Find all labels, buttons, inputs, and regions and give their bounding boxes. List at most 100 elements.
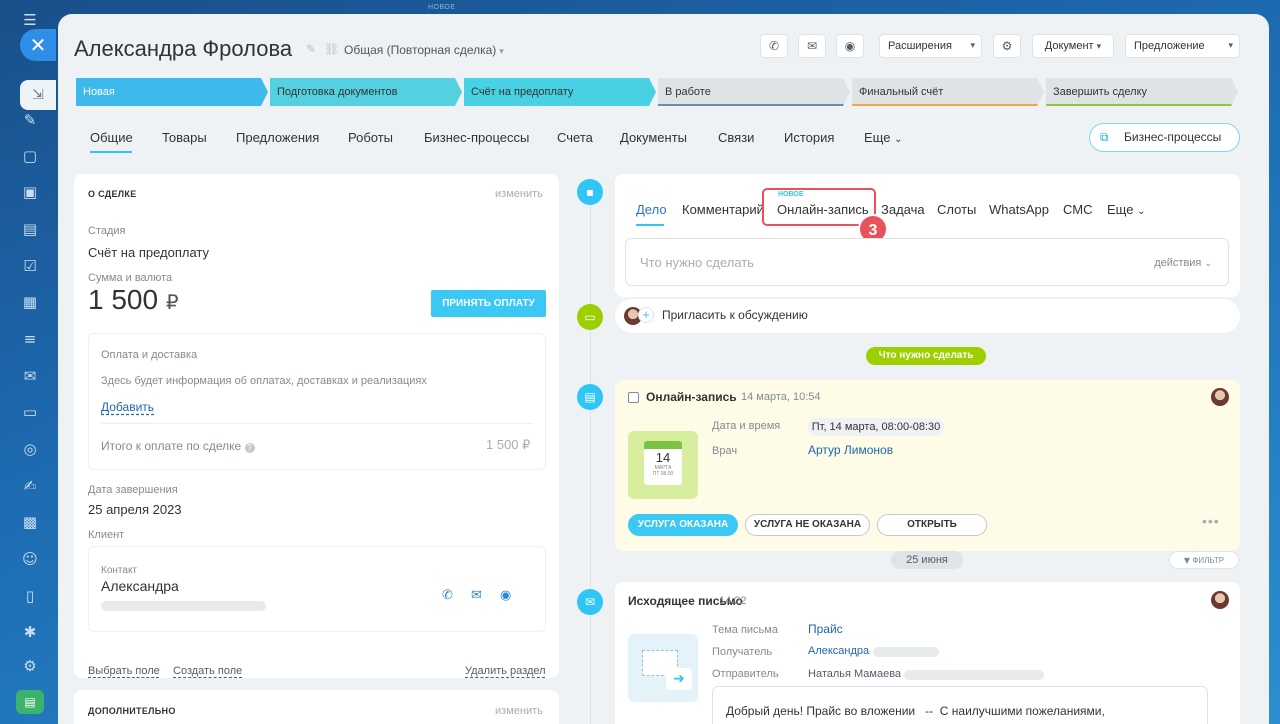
activity-tab-whatsapp[interactable]: WhatsApp — [989, 202, 1049, 217]
pencil-icon[interactable]: ✎ — [306, 42, 316, 56]
stage-label: В работе — [665, 86, 711, 98]
contacts-icon[interactable]: ☺ — [20, 549, 40, 569]
bug-icon[interactable]: ✱ — [20, 622, 40, 642]
todo-placeholder: Что нужно сделать — [640, 255, 754, 270]
mail-button[interactable]: ✉ — [798, 34, 826, 58]
call-button[interactable]: ✆ — [760, 34, 788, 58]
mail-illustration-icon: ➜ — [628, 634, 698, 702]
tab-proposals[interactable]: Предложения — [236, 130, 319, 145]
app-icon[interactable]: ▤ — [16, 690, 44, 714]
stage-label: Финальный счёт — [859, 86, 944, 98]
doctor-value[interactable]: Артур Лимонов — [808, 443, 893, 457]
top-new-tag: НОВОЕ — [428, 4, 456, 11]
calendar-icon[interactable]: ▣ — [20, 182, 40, 202]
create-field-link[interactable]: Создать поле — [173, 665, 242, 677]
responsible-avatar[interactable] — [1211, 388, 1229, 406]
subject-label: Тема письма — [712, 624, 778, 636]
stage-final-invoice[interactable]: Финальный счёт — [852, 78, 1044, 106]
activity-tab-task[interactable]: Дело — [636, 202, 667, 217]
total-value: 1 500 ₽ — [486, 437, 531, 452]
tab-links[interactable]: Связи — [718, 130, 754, 145]
todo-input[interactable]: Что нужно сделать действия ⌄ — [625, 238, 1229, 286]
open-button[interactable]: ОТКРЫТЬ — [877, 514, 987, 536]
plus-icon[interactable]: + — [638, 307, 654, 323]
messenger-button[interactable]: ◉ — [836, 34, 864, 58]
subject-value[interactable]: Прайс — [808, 622, 843, 636]
chevron-down-icon: ⌄ — [1204, 259, 1212, 269]
responsible-avatar[interactable] — [1211, 591, 1229, 609]
document-icon[interactable]: ▤ — [20, 219, 40, 239]
stage-prepayment[interactable]: Счёт на предоплату — [464, 78, 656, 106]
tab-history[interactable]: История — [784, 130, 834, 145]
envelope-icon: ✉ — [577, 589, 603, 615]
menu-icon[interactable]: ☰ — [20, 10, 40, 30]
activity-tab-comment[interactable]: Комментарий — [682, 202, 764, 217]
phone-icon[interactable]: ✆ — [442, 588, 453, 603]
actions-dropdown[interactable]: действия ⌄ — [1154, 257, 1212, 269]
chat-icon[interactable]: ▢ — [20, 146, 40, 166]
stage-new[interactable]: Новая — [76, 78, 268, 106]
activity-more-label: Еще — [1107, 202, 1134, 217]
envelope-icon[interactable]: ✉ — [471, 588, 482, 603]
stage-close-deal[interactable]: Завершить сделку — [1046, 78, 1238, 106]
close-icon[interactable]: ✕ — [20, 29, 56, 61]
link-icon[interactable]: ⛓ — [324, 42, 339, 56]
filter-icon[interactable]: ≡ — [20, 329, 40, 349]
settings-button[interactable]: ⚙ — [993, 34, 1021, 58]
contact-name[interactable]: Александра — [101, 578, 179, 594]
workflow-icon: ⧉ — [1100, 130, 1109, 144]
stage-docs[interactable]: Подготовка документов — [270, 78, 462, 106]
select-field-link[interactable]: Выбрать поле — [88, 665, 160, 677]
delete-section-link[interactable]: Удалить раздел — [465, 665, 546, 677]
recipient-value[interactable]: Александра — [808, 645, 869, 657]
activity-tab-more[interactable]: Еще ⌄ — [1107, 202, 1145, 217]
client-label: Клиент — [88, 529, 125, 541]
file-icon[interactable]: ▯ — [20, 586, 40, 606]
service-not-done-button[interactable]: УСЛУГА НЕ ОКАЗАНА — [745, 514, 870, 536]
target-icon[interactable]: ◎ — [20, 439, 40, 459]
complete-checkbox[interactable] — [628, 392, 639, 403]
add-payment-link[interactable]: Добавить — [101, 400, 154, 414]
amount-field-label: Сумма и валюта — [88, 272, 173, 284]
tab-invoices[interactable]: Счета — [557, 130, 593, 145]
proposal-button[interactable]: Предложение ▾ — [1125, 34, 1240, 58]
activity-tab-slots[interactable]: Слоты — [937, 202, 976, 217]
phone-icon: ✆ — [768, 39, 780, 53]
extensions-button[interactable]: Расширения ▾ — [879, 34, 982, 58]
activity-tab-sms[interactable]: СМС — [1063, 202, 1092, 217]
settings-icon[interactable]: ⚙ — [20, 656, 40, 676]
doctor-label: Врач — [712, 445, 738, 457]
checklist-icon[interactable]: ☑ — [20, 256, 40, 276]
storage-icon[interactable]: ▭ — [20, 402, 40, 422]
calendar-grid-icon[interactable]: ▦ — [20, 292, 40, 312]
edit-link[interactable]: изменить — [495, 705, 543, 717]
tab-robots[interactable]: Роботы — [348, 130, 393, 145]
filter-button[interactable]: ▼ ФИЛЬТР — [1169, 551, 1239, 569]
activity-tab-todo[interactable]: Задача — [881, 202, 925, 217]
signature-icon[interactable]: ✍ — [20, 476, 40, 496]
help-icon[interactable]: ? — [244, 443, 255, 453]
tab-business-processes[interactable]: Бизнес-процессы — [424, 130, 529, 145]
deal-panel: Александра Фролова ✎ ⛓ Общая (Повторная … — [58, 14, 1269, 724]
business-processes-button[interactable]: ⧉ Бизнес-процессы — [1089, 123, 1240, 152]
chevron-down-icon: ▾ — [1228, 41, 1233, 51]
edit-doc-icon[interactable]: ✎ — [20, 110, 40, 130]
document-button[interactable]: Документ ▾ — [1032, 34, 1114, 58]
message-icon[interactable]: ◉ — [500, 588, 511, 603]
id-card-icon[interactable]: ▩ — [20, 512, 40, 532]
tab-general[interactable]: Общие — [90, 130, 133, 145]
tab-more[interactable]: Еще ⌄ — [864, 130, 902, 145]
service-done-button[interactable]: УСЛУГА ОКАЗАНА — [628, 514, 738, 536]
more-icon[interactable]: ••• — [1202, 513, 1220, 529]
mail-icon[interactable]: ✉ — [20, 366, 40, 386]
cal-time: ПТ 08:00 — [652, 471, 674, 477]
accept-payment-button[interactable]: ПРИНЯТЬ ОПЛАТУ — [431, 290, 546, 317]
funnel-selector[interactable]: Общая (Повторная сделка) ▾ — [344, 43, 504, 57]
tasks-icon[interactable]: ⇲ — [20, 80, 56, 110]
edit-link[interactable]: изменить — [495, 188, 543, 200]
left-rail: ☰ ✕ ⇲ ✎ ▢ ▣ ▤ ☑ ▦ ≡ ✉ ▭ ◎ ✍ ▩ ☺ ▯ ✱ ⚙ ▤ — [0, 0, 58, 724]
amount-value: 1 500 ₽ — [88, 284, 179, 316]
tab-documents[interactable]: Документы — [620, 130, 687, 145]
stage-in-work[interactable]: В работе — [658, 78, 850, 106]
tab-products[interactable]: Товары — [162, 130, 207, 145]
